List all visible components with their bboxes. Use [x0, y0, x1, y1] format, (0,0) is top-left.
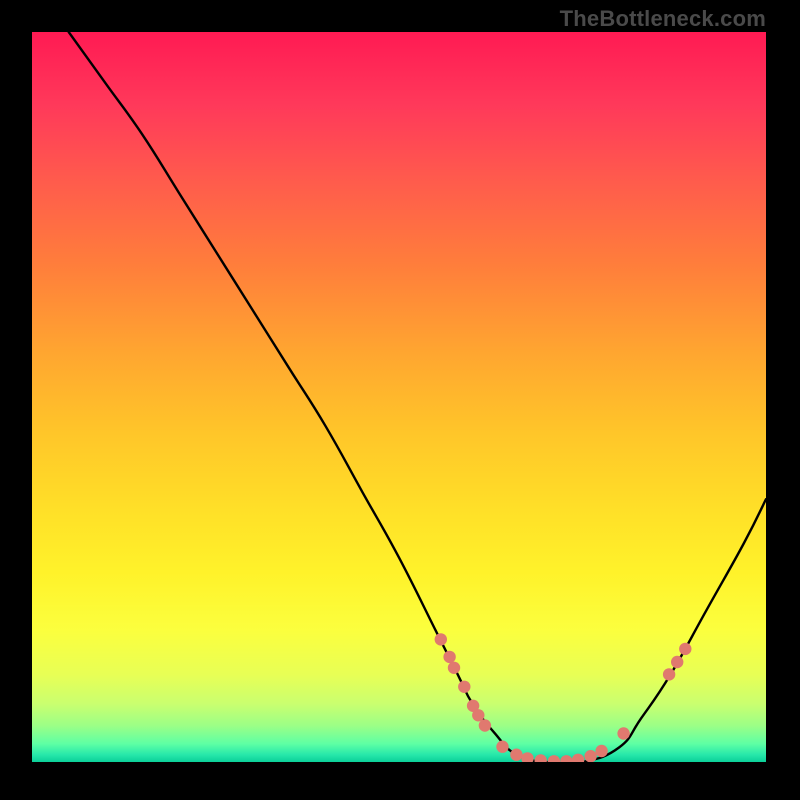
- curve-markers: [435, 633, 692, 762]
- curve-marker: [443, 651, 455, 663]
- curve-marker: [448, 662, 460, 674]
- curve-marker: [496, 741, 508, 753]
- curve-marker: [671, 656, 683, 668]
- curve-marker: [521, 752, 533, 762]
- bottleneck-curve: [69, 32, 766, 762]
- chart-stage: TheBottleneck.com: [0, 0, 800, 800]
- curve-marker: [435, 633, 447, 645]
- plot-area: [32, 32, 766, 762]
- curve-marker: [617, 727, 629, 739]
- curve-marker: [548, 755, 560, 762]
- curve-marker: [584, 750, 596, 762]
- curve-marker: [458, 681, 470, 693]
- curve-marker: [572, 754, 584, 762]
- curve-marker: [679, 643, 691, 655]
- curve-marker: [560, 755, 572, 762]
- curve-marker: [472, 709, 484, 721]
- curve-marker: [535, 754, 547, 762]
- curve-marker: [479, 719, 491, 731]
- watermark-text: TheBottleneck.com: [560, 6, 766, 32]
- curve-marker: [663, 668, 675, 680]
- curve-marker: [595, 745, 607, 757]
- curve-layer: [32, 32, 766, 762]
- curve-marker: [510, 749, 522, 761]
